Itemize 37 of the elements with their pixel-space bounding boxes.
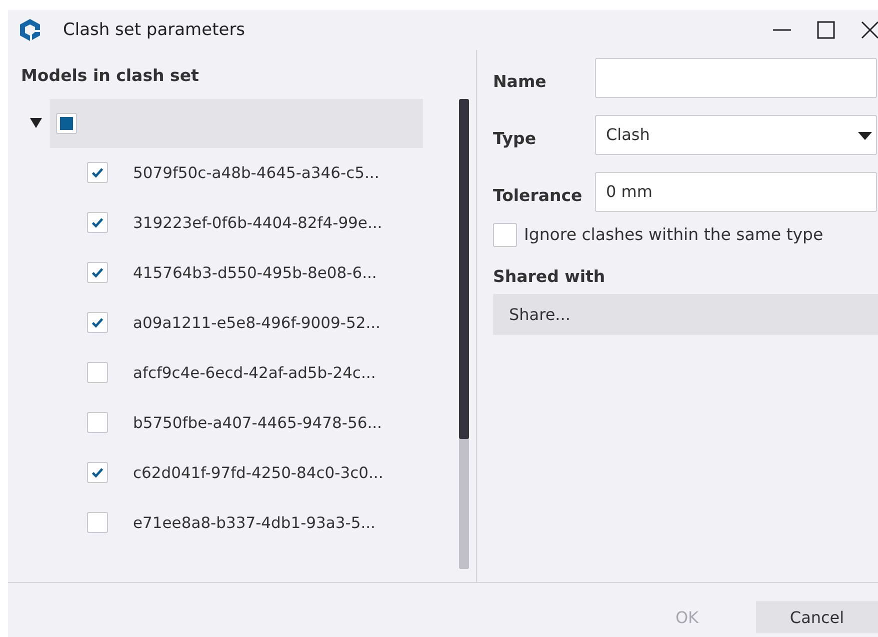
checkbox[interactable]: [87, 412, 108, 434]
model-name: c62d041f-97fd-4250-84c0-3c0...: [133, 464, 384, 482]
model-name: 415764b3-d550-495b-8e08-6...: [133, 264, 377, 282]
checkbox[interactable]: [87, 262, 108, 284]
field-label: Type: [493, 128, 538, 148]
section-heading: Shared with: [493, 266, 606, 286]
close-icon[interactable]: [860, 20, 878, 40]
checkbox[interactable]: [87, 512, 108, 534]
name-field[interactable]: [595, 58, 877, 98]
checkbox[interactable]: [87, 312, 108, 334]
caret-icon: [858, 132, 872, 140]
model-name: e71ee8a8-b337-4db1-93a3-5...: [133, 514, 376, 532]
model-name: 319223ef-0f6b-4404-82f4-99e...: [133, 214, 382, 232]
collapse-icon[interactable]: [30, 117, 42, 130]
model-name: a09a1211-e5e8-496f-9009-52...: [133, 314, 380, 332]
model-name: b5750fbe-a407-4465-9478-56...: [133, 414, 382, 432]
model-name: afcf9c4e-6ecd-42af-ad5b-24c...: [133, 364, 376, 382]
type-dropdown[interactable]: Clash: [595, 114, 877, 155]
field-label: Tolerance: [493, 185, 584, 206]
scrollbar[interactable]: [459, 98, 469, 569]
checkbox[interactable]: [87, 212, 108, 234]
app-logo-icon: [18, 18, 42, 42]
checkbox[interactable]: [87, 162, 108, 184]
checkbox[interactable]: [56, 112, 77, 134]
scrollbar-thumb[interactable]: [459, 98, 469, 439]
section-heading: Models in clash set: [21, 66, 200, 86]
maximize-icon[interactable]: [816, 20, 836, 40]
dialog-button[interactable]: Cancel: [756, 601, 878, 634]
tolerance-field[interactable]: 0 mm: [595, 172, 877, 212]
share-button[interactable]: Share...: [493, 294, 878, 335]
model-name: 5079f50c-a48b-4645-a346-c5...: [133, 164, 380, 182]
checkbox-label: Ignore clashes within the same type: [524, 225, 824, 244]
checkbox[interactable]: [87, 462, 108, 484]
checkbox[interactable]: [493, 222, 517, 247]
window-title: Clash set parameters: [63, 20, 246, 40]
checkbox[interactable]: [87, 362, 108, 384]
field-label: Name: [493, 71, 548, 92]
